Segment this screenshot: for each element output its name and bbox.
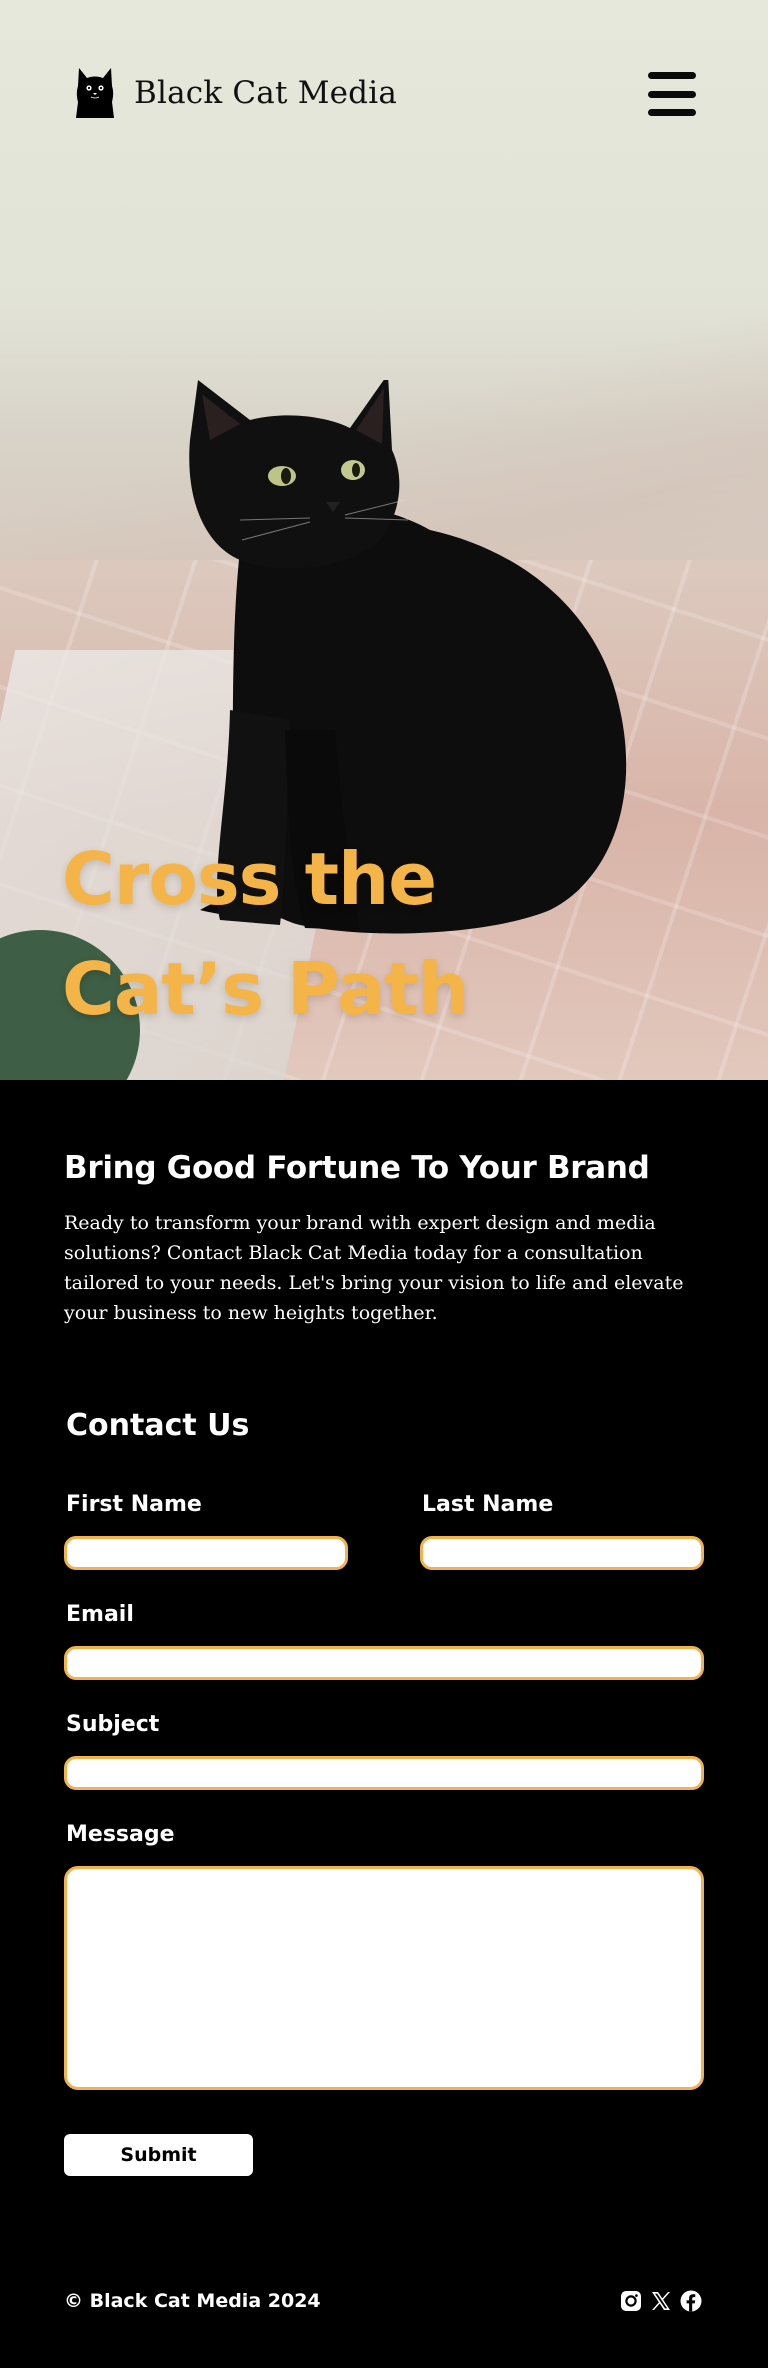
black-cat-icon — [76, 68, 114, 118]
x-twitter-icon[interactable] — [650, 2290, 672, 2312]
submit-button[interactable]: Submit — [64, 2134, 253, 2176]
contact-form: Contact Us — [64, 1408, 704, 1443]
hero-title-line-2: Cat’s Path — [62, 947, 469, 1031]
contact-form-title: Contact Us — [66, 1408, 250, 1443]
instagram-icon[interactable] — [620, 2290, 642, 2312]
last-name-field[interactable] — [420, 1536, 704, 1570]
footer-copyright: © Black Cat Media 2024 — [64, 2290, 321, 2312]
subject-field[interactable] — [64, 1756, 704, 1790]
brand-name: Black Cat Media — [134, 75, 398, 111]
hero-title-line-1: Cross the — [62, 837, 437, 921]
top-navigation: Black Cat Media — [0, 0, 768, 200]
intro-section: Bring Good Fortune To Your Brand Ready t… — [64, 1150, 704, 1328]
page: Black Cat Media Cross the Cat’s Path Bri… — [0, 0, 768, 2368]
last-name-label: Last Name — [422, 1492, 554, 1517]
subject-label: Subject — [66, 1712, 160, 1737]
menu-bar-middle — [648, 90, 696, 98]
message-label: Message — [66, 1822, 175, 1847]
hero-title: Cross the Cat’s Path — [62, 824, 469, 1044]
brand-home-link[interactable]: Black Cat Media — [76, 68, 397, 118]
email-field[interactable] — [64, 1646, 704, 1680]
menu-bar-bottom — [648, 109, 696, 116]
hero-section: Black Cat Media Cross the Cat’s Path — [0, 0, 768, 1080]
first-name-label: First Name — [66, 1492, 202, 1517]
first-name-field[interactable] — [64, 1536, 348, 1570]
facebook-icon[interactable] — [680, 2290, 702, 2312]
menu-bar-top — [648, 72, 696, 79]
email-label: Email — [66, 1602, 134, 1627]
intro-body: Ready to transform your brand with exper… — [64, 1212, 684, 1324]
intro-heading: Bring Good Fortune To Your Brand — [64, 1150, 650, 1186]
hamburger-menu-icon[interactable] — [648, 72, 696, 116]
message-field[interactable] — [64, 1866, 704, 2090]
